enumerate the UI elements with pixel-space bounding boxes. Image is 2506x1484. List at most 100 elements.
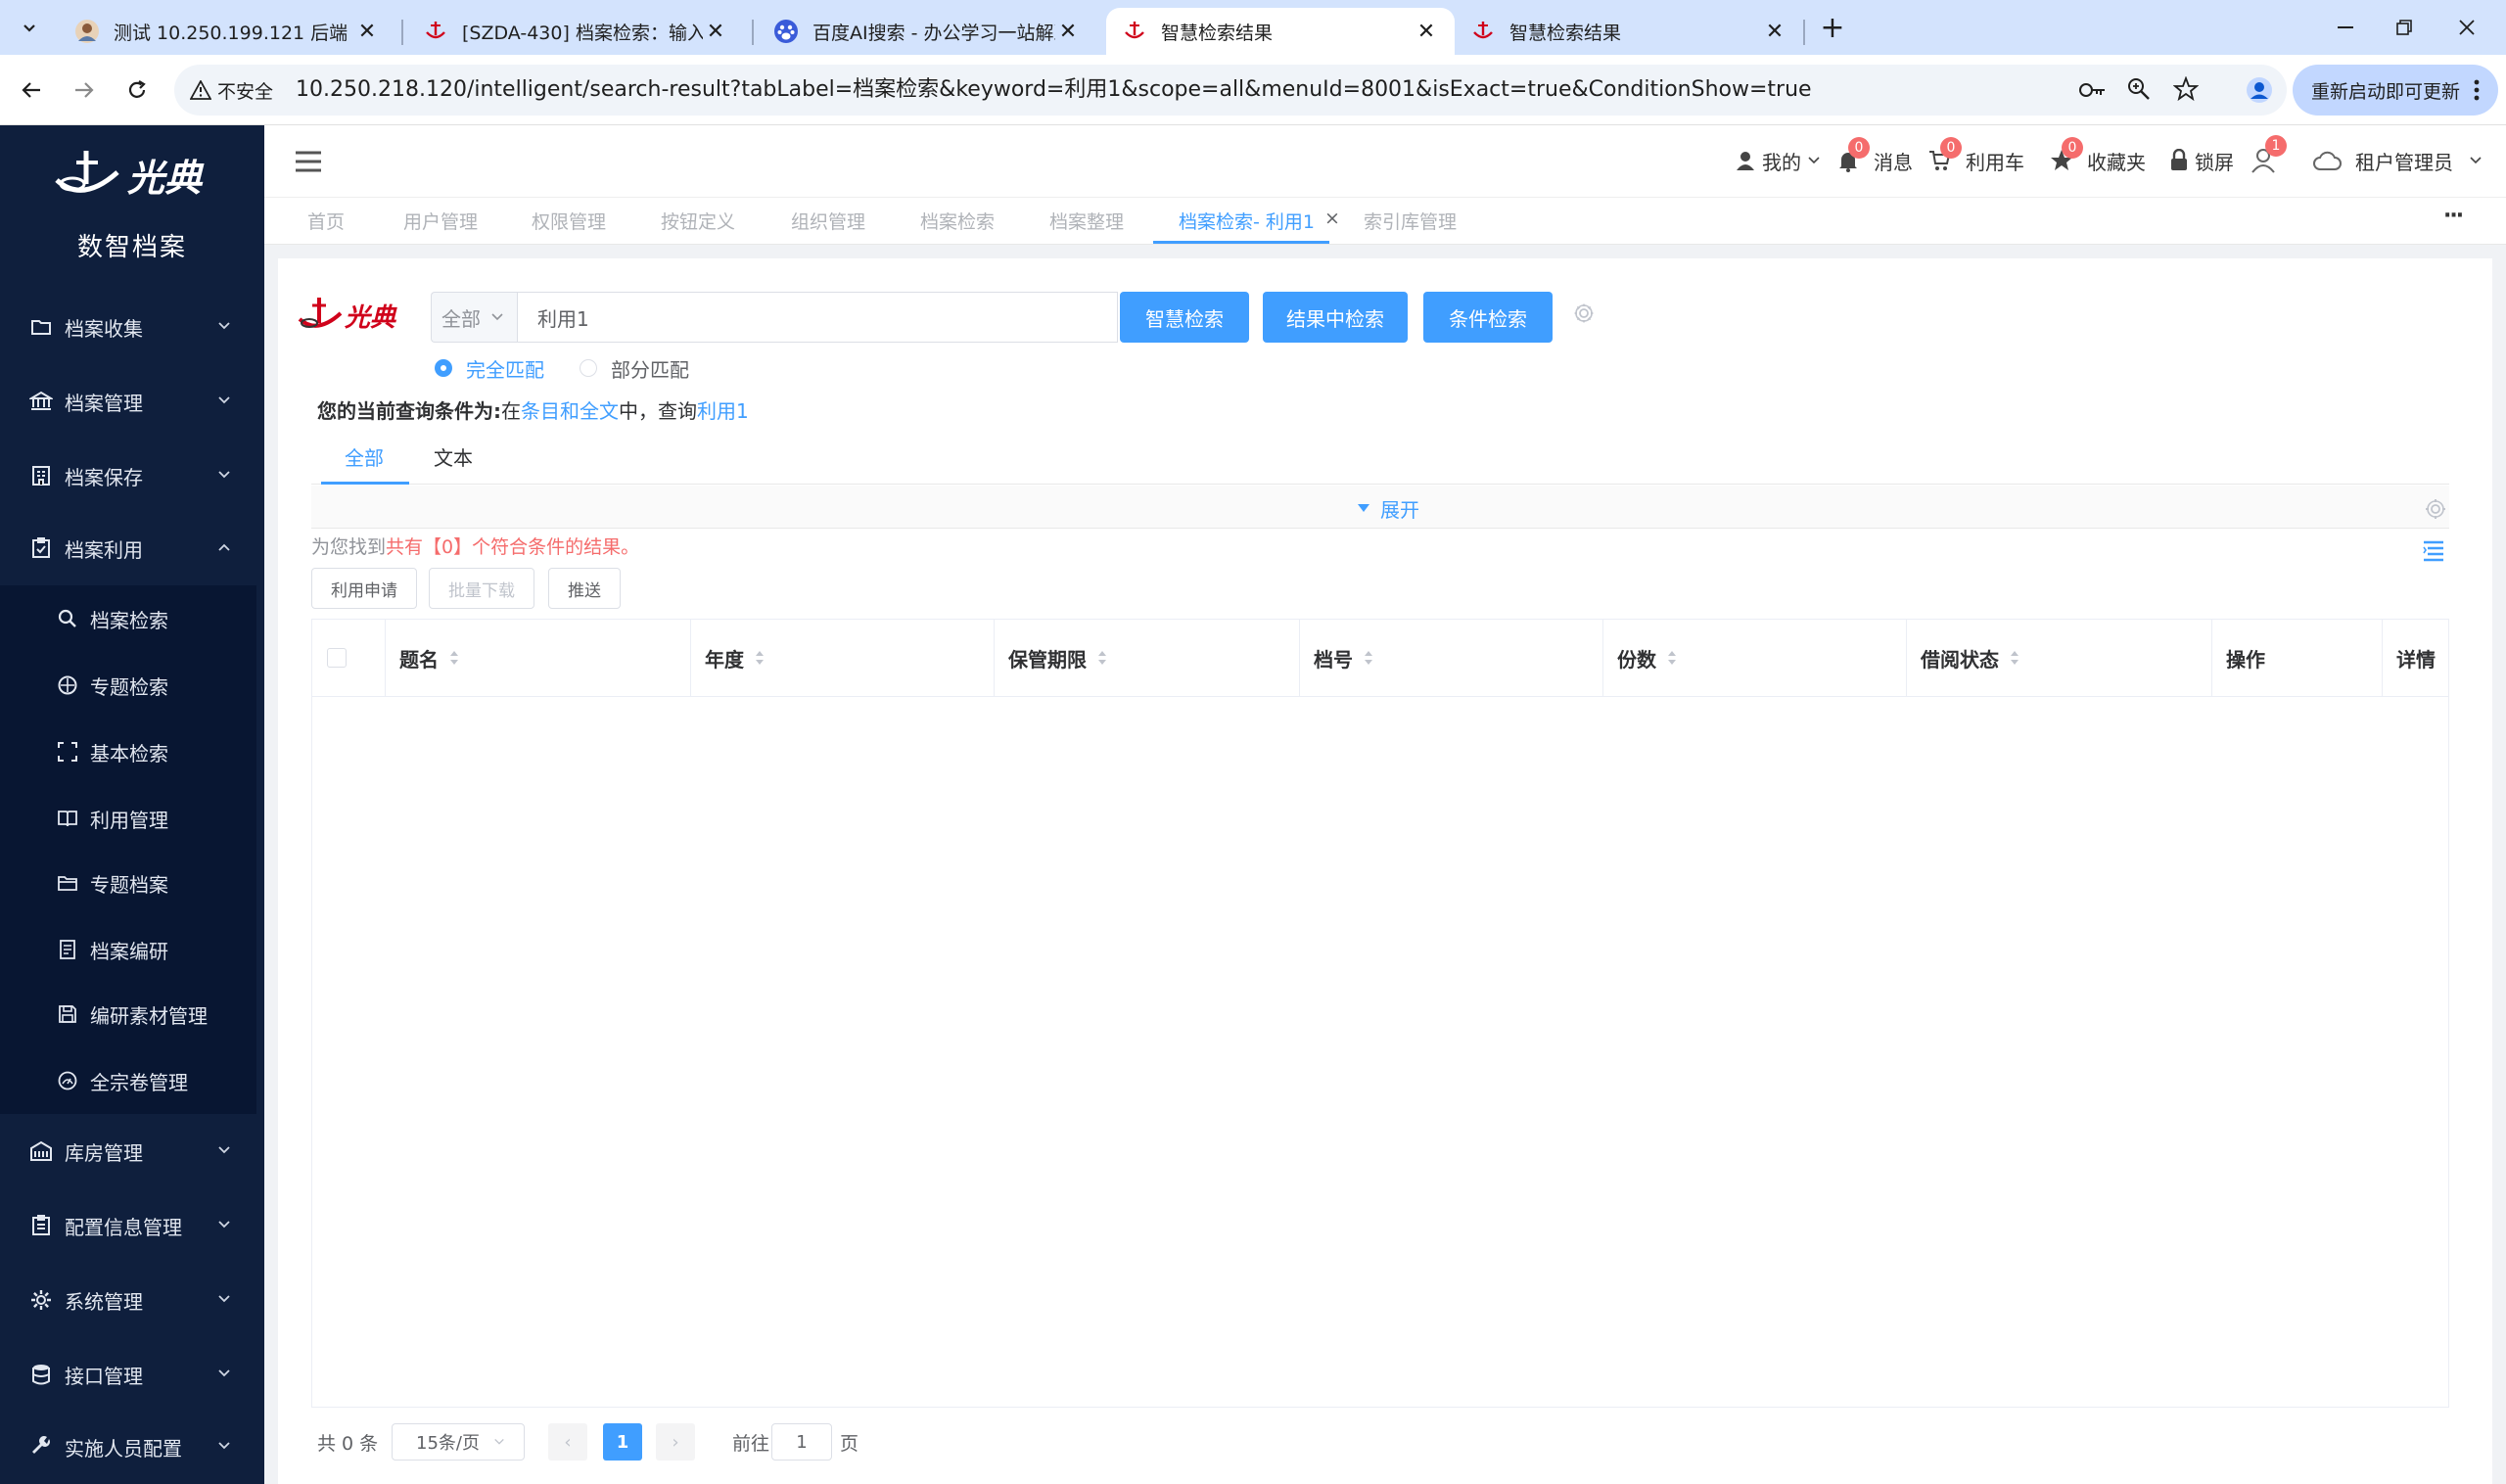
close-icon[interactable]: ✕ (1414, 20, 1439, 44)
filter-settings-gear-icon[interactable] (2424, 497, 2447, 521)
submenu-topic-archive[interactable]: 专题档案 (0, 852, 256, 914)
search-scope-select[interactable]: 全部 (431, 292, 517, 343)
profile-icon[interactable] (2246, 76, 2273, 104)
prev-page-button[interactable]: ‹ (548, 1423, 587, 1461)
menu-implementer[interactable]: 实施人员配置 (0, 1415, 264, 1478)
exact-match-radio[interactable]: 完全匹配 (435, 354, 544, 382)
goto-page-input[interactable] (771, 1423, 832, 1461)
next-page-button[interactable]: › (656, 1423, 695, 1461)
menu-warehouse[interactable]: 库房管理 (0, 1120, 264, 1183)
page-tab-button-def[interactable]: 按钮定义 (661, 208, 735, 237)
page-tab-archive-search[interactable]: 档案检索 (920, 208, 995, 237)
header-mine-dropdown[interactable]: 我的 (1735, 145, 1821, 176)
search-settings-gear-icon[interactable] (1572, 301, 1596, 325)
menu-config[interactable]: 配置信息管理 (0, 1194, 264, 1257)
column-settings-icon[interactable] (2422, 538, 2445, 562)
forward-button[interactable] (67, 72, 102, 108)
select-all-cell (311, 619, 386, 697)
menu-system[interactable]: 系统管理 (0, 1269, 264, 1331)
submenu-archive-search[interactable]: 档案检索 (0, 587, 256, 650)
tab-search-icon[interactable] (16, 14, 43, 41)
search-within-results-button[interactable]: 结果中检索 (1263, 292, 1408, 343)
hamburger-menu-icon[interactable] (294, 147, 323, 176)
menu-archive-collect[interactable]: 档案收集 (0, 296, 264, 358)
page-tab-index-manage[interactable]: 索引库管理 (1364, 208, 1457, 237)
header-favorites[interactable]: 0 收藏夹 (2050, 137, 2146, 176)
header-lock-screen[interactable]: 锁屏 (2169, 145, 2234, 176)
result-tab-all[interactable]: 全部 (345, 442, 384, 482)
close-icon[interactable]: ✕ (354, 20, 380, 44)
active-tab-indicator (1153, 241, 1329, 244)
back-button[interactable] (14, 72, 49, 108)
push-button[interactable]: 推送 (548, 568, 621, 609)
page-size-select[interactable]: 15条/页 (392, 1423, 525, 1461)
submenu-use-manage[interactable]: 利用管理 (0, 787, 256, 850)
browser-tab-1[interactable]: 测试 10.250.199.121 后端 [Je ✕ (59, 8, 395, 55)
menu-archive-preserve[interactable]: 档案保存 (0, 444, 264, 507)
reload-button[interactable] (119, 72, 155, 108)
submenu-label: 专题档案 (90, 872, 168, 897)
header-user-switch[interactable]: 1 (2250, 135, 2287, 176)
new-tab-button[interactable]: + (1813, 8, 1852, 47)
search-input[interactable] (517, 292, 1118, 343)
browser-tab-3[interactable]: 百度AI搜索 - 办公学习一站解决 ✕ (758, 8, 1096, 55)
browser-tab-5[interactable]: 智慧检索结果 ✕ (1455, 8, 1803, 55)
expand-filters-toggle[interactable]: 展开 (1357, 495, 1419, 522)
page-tab-org-manage[interactable]: 组织管理 (791, 208, 865, 237)
page-tab-home[interactable]: 首页 (307, 208, 345, 237)
page-tab-archive-search-result[interactable]: 档案检索- 利用1 × (1179, 208, 1340, 237)
batch-download-button[interactable]: 批量下载 (429, 568, 534, 609)
smart-search-button[interactable]: 智慧检索 (1120, 292, 1249, 343)
submenu-basic-search[interactable]: 基本检索 (0, 720, 256, 783)
page-tab-archive-organize[interactable]: 档案整理 (1049, 208, 1124, 237)
condition-search-button[interactable]: 条件检索 (1423, 292, 1553, 343)
submenu-material-manage[interactable]: 编研素材管理 (0, 983, 256, 1045)
browser-tab-4[interactable]: 智慧检索结果 ✕ (1106, 8, 1455, 55)
col-year[interactable]: 年度 (691, 619, 995, 697)
submenu-label: 利用管理 (90, 808, 168, 832)
bookmark-star-icon[interactable] (2173, 76, 2199, 102)
submenu-topic-search[interactable]: 专题检索 (0, 654, 256, 717)
select-all-checkbox[interactable] (327, 648, 347, 668)
col-copies[interactable]: 份数 (1603, 619, 1907, 697)
update-chrome-button[interactable]: 重新启动即可更新 (2293, 65, 2498, 116)
menu-interface[interactable]: 接口管理 (0, 1343, 264, 1406)
folder-icon (31, 320, 51, 335)
site-security-chip[interactable]: 不安全 (190, 76, 273, 104)
sort-icon (450, 651, 458, 665)
use-apply-button[interactable]: 利用申请 (311, 568, 417, 609)
password-key-icon[interactable] (2077, 78, 2107, 102)
result-tab-text[interactable]: 文本 (434, 442, 473, 482)
search-icon (58, 609, 76, 627)
close-icon[interactable]: ✕ (1762, 20, 1787, 44)
page-number-current[interactable]: 1 (603, 1423, 642, 1461)
col-archive-no[interactable]: 档号 (1300, 619, 1603, 697)
col-title[interactable]: 题名 (386, 619, 691, 697)
submenu-compile[interactable]: 档案编研 (0, 918, 256, 981)
page-tab-user-manage[interactable]: 用户管理 (403, 208, 478, 237)
partial-match-radio[interactable]: 部分匹配 (580, 354, 689, 382)
page-tab-label: 档案检索- 利用1 (1179, 211, 1315, 233)
close-window-button[interactable] (2447, 12, 2486, 43)
lock-icon (2171, 149, 2187, 170)
submenu-fonds-manage[interactable]: 全宗卷管理 (0, 1049, 256, 1112)
close-icon[interactable]: × (1324, 208, 1340, 237)
menu-archive-use[interactable]: 档案利用 (0, 517, 264, 580)
col-borrow-status[interactable]: 借阅状态 (1907, 619, 2212, 697)
col-retention[interactable]: 保管期限 (995, 619, 1300, 697)
header-cart[interactable]: 0 利用车 (1928, 137, 2024, 176)
restore-button[interactable] (2385, 12, 2424, 43)
menu-archive-manage[interactable]: 档案管理 (0, 370, 264, 433)
url-text[interactable]: 10.250.218.120/intelligent/search-result… (296, 76, 1812, 104)
page-tab-permission[interactable]: 权限管理 (532, 208, 606, 237)
save-icon (59, 1005, 76, 1023)
close-icon[interactable]: ✕ (1055, 20, 1081, 44)
header-tenant-dropdown[interactable]: 租户管理员 (2312, 145, 2483, 176)
close-icon[interactable]: ✕ (703, 20, 728, 44)
header-messages[interactable]: 0 消息 (1836, 137, 1913, 176)
more-tabs-button[interactable]: ··· (2443, 204, 2464, 228)
browser-tab-2[interactable]: [SZDA-430] 档案检索：输入关 ✕ (407, 8, 744, 55)
zoom-icon[interactable] (2126, 76, 2152, 102)
minimize-button[interactable] (2326, 12, 2365, 43)
gear-icon (31, 1290, 51, 1310)
